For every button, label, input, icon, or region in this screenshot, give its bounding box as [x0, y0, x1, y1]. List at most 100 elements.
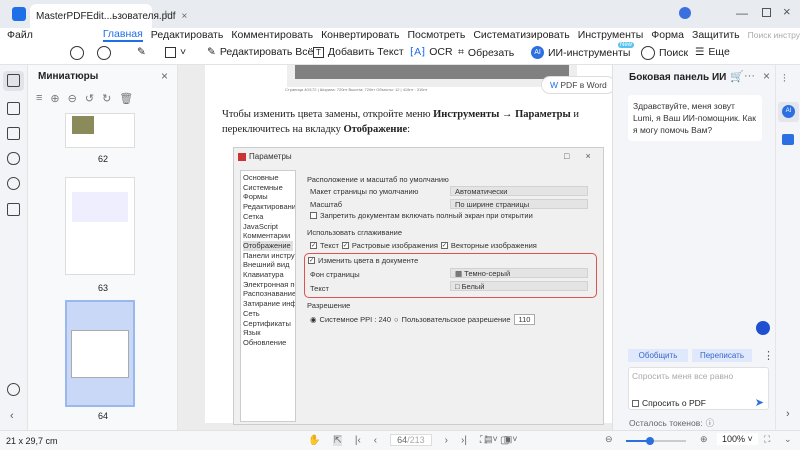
ai-tab[interactable]: AI [778, 102, 799, 122]
zoom-in-button[interactable] [97, 46, 111, 60]
more-label: Еще [708, 46, 730, 58]
menu-organize[interactable]: Систематизировать [473, 29, 569, 41]
document-tab[interactable]: MasterPDFEdit...ьзователя.pdf × [30, 4, 187, 28]
thumbnail-63[interactable] [65, 177, 135, 275]
close-panel-icon[interactable]: × [161, 69, 168, 83]
hand-tool-icon[interactable]: ✋ [308, 435, 320, 446]
collapse-arrow-icon[interactable]: ‹ [10, 410, 14, 422]
minimize-button[interactable]: — [736, 6, 748, 20]
highlighter-icon: ✎ [137, 46, 146, 58]
help-icon[interactable] [7, 383, 20, 396]
rotate-right-icon[interactable]: ↻ [102, 92, 111, 105]
settings-dialog-image: Параметры □ × Основные Системные Формы Редак… [233, 147, 604, 425]
ask-pdf-checkbox[interactable] [632, 399, 639, 407]
page-number-input[interactable]: 64/213 [390, 434, 432, 446]
menu-edit[interactable]: Редактировать [151, 29, 224, 41]
scroll-down-icon[interactable]: ⌄ [784, 434, 792, 445]
more-icon[interactable]: ··· [744, 70, 755, 82]
cart-icon[interactable]: 🛒 [730, 70, 744, 83]
left-icon-strip: ‹ [0, 65, 28, 430]
delete-icon[interactable]: 🗑 [119, 92, 133, 105]
zoom-out-button[interactable] [70, 46, 84, 60]
rewrite-button[interactable]: Переписать [692, 349, 752, 362]
ocr-icon: ⁅A⁆ [410, 46, 426, 58]
search-icon [641, 46, 655, 60]
pdf-to-word-button[interactable]: W PDF в Word [541, 76, 616, 94]
thumbnail-64-selected[interactable] [65, 300, 135, 407]
thumb-zoom-in-icon[interactable]: ⊕ [50, 92, 59, 105]
menu-comment[interactable]: Комментировать [231, 29, 313, 41]
select-tool-icon[interactable]: ⇱ [333, 434, 342, 446]
thumbnail-62[interactable] [65, 113, 135, 148]
field-label: Текст [310, 284, 329, 293]
zoom-in-icon [97, 46, 111, 60]
fullscreen-icon[interactable]: ⛶ [764, 434, 770, 445]
close-icon[interactable]: × [763, 69, 770, 83]
thumbnails-tab[interactable] [3, 71, 24, 91]
thumb-label: 64 [97, 411, 108, 421]
attachment-icon[interactable] [7, 152, 20, 165]
settings-sliders-icon[interactable]: ⫶ [783, 73, 786, 86]
ocr-button[interactable]: ⁅A⁆ OCR [410, 46, 453, 58]
expand-arrow-icon[interactable]: › [786, 408, 790, 420]
help-icon[interactable]: ⓘ [706, 417, 715, 429]
more-button[interactable]: ☰ Еще [695, 46, 730, 58]
search-icon[interactable] [7, 177, 20, 190]
layers-icon[interactable] [7, 203, 20, 216]
category-item: Основные [243, 173, 279, 182]
last-page-icon[interactable]: ›| [461, 435, 467, 446]
account-avatar[interactable] [679, 7, 691, 19]
page-layout-icon[interactable]: ▤˅ [484, 434, 498, 445]
options-icon[interactable]: ≡ [36, 92, 42, 105]
fullscreen-option: Запретить документам включать полный экр… [320, 211, 533, 220]
zoom-out-icon[interactable]: ⊖ [605, 434, 613, 445]
menu-file[interactable]: Файл [7, 29, 33, 41]
summarize-button[interactable]: Обобщить [628, 349, 688, 362]
input-placeholder: Спросить меня все равно [632, 371, 734, 381]
text-color-dropdown: □ Белый [450, 281, 588, 291]
more-options-icon[interactable]: ⋮ [763, 349, 774, 362]
next-page-icon[interactable]: › [445, 435, 448, 446]
maximize-button[interactable] [762, 8, 771, 17]
new-tab-button[interactable]: + [162, 6, 170, 21]
ai-tools-label: ИИ-инструменты [548, 46, 631, 59]
page-icon [7, 74, 20, 87]
edit-all-button[interactable]: ✎ Редактировать Всё [207, 46, 313, 58]
first-page-icon[interactable]: |‹ [355, 435, 361, 446]
ai-tools-button[interactable]: AI ИИ-инструменты [531, 46, 630, 59]
search-button[interactable]: Поиск [641, 46, 688, 60]
highlight-button[interactable]: ✎ [137, 46, 146, 58]
zoom-in-icon[interactable]: ⊕ [700, 434, 708, 445]
close-window-button[interactable]: × [783, 4, 791, 19]
tab-close-icon[interactable]: × [182, 11, 188, 22]
bookmark-icon[interactable] [7, 102, 20, 115]
field-label: Фон страницы [310, 270, 360, 279]
paragraph: Чтобы изменить цвета замены, откройте ме… [222, 109, 579, 135]
reading-mode-icon[interactable]: ▣˅ [504, 434, 518, 445]
comment-icon[interactable] [7, 127, 20, 140]
category-item: Панели инструментов [243, 250, 295, 260]
menu-tools[interactable]: Инструменты [578, 29, 643, 41]
translate-icon[interactable] [782, 134, 794, 145]
menu-view[interactable]: Посмотреть [407, 29, 465, 41]
right-icon-strip: ⫶ AI › [775, 65, 800, 430]
ai-assistant-icon[interactable] [756, 321, 770, 335]
thumb-zoom-out-icon[interactable]: ⊖ [68, 92, 77, 105]
tool-search-input[interactable]: Поиск инструменте [748, 30, 800, 40]
menu-protect[interactable]: Защитить [692, 29, 740, 41]
ai-input[interactable]: Спросить меня все равно Спросить о PDF ➤ [628, 367, 769, 410]
add-text-label: Добавить Текст [327, 46, 404, 58]
send-icon[interactable]: ➤ [755, 396, 764, 409]
shape-button[interactable]: ˅ [165, 46, 186, 58]
zoom-dropdown: По ширине страницы [450, 199, 588, 209]
thumbnails-title: Миниатюры [38, 71, 99, 82]
menu-home[interactable]: Главная [102, 28, 143, 42]
add-text-button[interactable]: T Добавить Текст [313, 46, 404, 58]
prev-page-icon[interactable]: ‹ [374, 435, 377, 446]
menu-form[interactable]: Форма [651, 29, 684, 41]
zoom-dropdown[interactable]: 100% ˅ [717, 433, 758, 445]
rotate-left-icon[interactable]: ↺ [85, 92, 94, 105]
menu-convert[interactable]: Конвертировать [321, 29, 399, 41]
crop-button[interactable]: ⌗ Обрезать [458, 46, 514, 59]
zoom-slider[interactable] [626, 437, 686, 445]
